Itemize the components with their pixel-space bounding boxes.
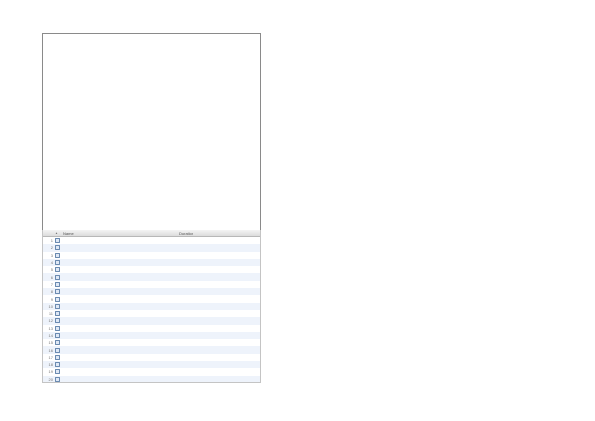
track-checkbox[interactable] bbox=[55, 252, 61, 258]
track-checkbox[interactable] bbox=[55, 347, 61, 353]
track-checkbox[interactable] bbox=[55, 296, 61, 302]
track-checkbox[interactable] bbox=[55, 238, 61, 244]
track-row[interactable]: 5 bbox=[43, 266, 260, 273]
track-number: 20 bbox=[48, 376, 53, 382]
track-number: 18 bbox=[48, 362, 53, 368]
track-checkbox[interactable] bbox=[55, 376, 61, 382]
checkbox-icon bbox=[55, 325, 60, 331]
track-row[interactable]: 11 bbox=[43, 310, 260, 317]
track-checkbox[interactable] bbox=[55, 325, 61, 331]
track-number: 14 bbox=[48, 333, 53, 338]
track-row[interactable]: 16 bbox=[43, 346, 260, 354]
track-row[interactable]: 4 bbox=[43, 258, 260, 267]
track-row[interactable]: 6 bbox=[43, 273, 260, 281]
track-checkbox[interactable] bbox=[55, 303, 61, 309]
track-number: 4 bbox=[50, 260, 53, 266]
track-row[interactable]: 15 bbox=[43, 339, 260, 346]
track-row[interactable]: 10 bbox=[43, 302, 260, 310]
track-row[interactable]: 18 bbox=[43, 361, 260, 369]
checkbox-icon bbox=[55, 318, 60, 324]
track-number: 13 bbox=[48, 325, 53, 331]
track-number: 15 bbox=[48, 340, 53, 346]
checkbox-icon bbox=[55, 289, 60, 295]
track-row[interactable]: 20 bbox=[43, 375, 260, 382]
track-checkbox[interactable] bbox=[55, 289, 61, 295]
track-number: 2 bbox=[50, 245, 53, 251]
track-checkbox[interactable] bbox=[55, 245, 61, 251]
track-rows: 1 2 3 4 5 6 7 8 9 10 11 12 13 14 15 16 17 18 19 20 bbox=[43, 237, 260, 382]
track-row[interactable]: 17 bbox=[43, 354, 260, 361]
track-checkbox[interactable] bbox=[55, 274, 61, 280]
checkbox-icon bbox=[55, 362, 60, 368]
track-row[interactable]: 7 bbox=[43, 281, 260, 288]
checkbox-icon bbox=[55, 245, 60, 251]
track-checkbox[interactable] bbox=[55, 318, 61, 324]
track-checkbox[interactable] bbox=[55, 311, 61, 317]
track-number: 1 bbox=[50, 238, 53, 244]
checkbox-icon bbox=[55, 238, 60, 244]
checkbox-icon bbox=[55, 340, 60, 346]
column-header-duration[interactable]: Duration bbox=[179, 231, 193, 236]
track-row[interactable]: 14 bbox=[43, 331, 260, 340]
checkbox-icon bbox=[55, 347, 60, 353]
track-row[interactable]: 8 bbox=[43, 288, 260, 296]
music-player: ▲ Name Duration 1 2 3 4 5 6 7 8 9 10 11 12 13 14 15 16 1… bbox=[42, 33, 261, 383]
track-number: 12 bbox=[48, 318, 53, 324]
checkbox-icon bbox=[55, 252, 60, 258]
checkbox-icon bbox=[55, 281, 60, 287]
track-row[interactable]: 1 bbox=[43, 237, 260, 244]
track-number: 10 bbox=[48, 303, 53, 309]
track-row[interactable]: 3 bbox=[43, 252, 260, 259]
track-number: 7 bbox=[50, 281, 53, 287]
track-number: 8 bbox=[50, 289, 53, 295]
track-checkbox[interactable] bbox=[55, 260, 61, 266]
track-checkbox[interactable] bbox=[55, 354, 61, 360]
checkbox-icon bbox=[55, 311, 60, 317]
track-number: 19 bbox=[48, 369, 53, 375]
track-row[interactable]: 9 bbox=[43, 295, 260, 302]
checkbox-icon bbox=[55, 267, 60, 273]
album-artwork-panel bbox=[42, 33, 261, 231]
track-checkbox[interactable] bbox=[55, 362, 61, 368]
checkbox-icon bbox=[55, 296, 60, 302]
track-number: 3 bbox=[50, 252, 53, 258]
checkbox-icon bbox=[55, 369, 60, 375]
track-row[interactable]: 13 bbox=[43, 325, 260, 332]
checkbox-icon bbox=[55, 354, 60, 360]
checkbox-icon bbox=[55, 303, 60, 309]
track-list: ▲ Name Duration 1 2 3 4 5 6 7 8 9 10 11 12 13 14 15 16 1… bbox=[42, 230, 261, 383]
checkbox-icon bbox=[55, 274, 60, 280]
checkbox-icon bbox=[55, 376, 60, 382]
checkbox-icon bbox=[55, 260, 60, 266]
track-number: 11 bbox=[48, 311, 53, 317]
track-checkbox[interactable] bbox=[55, 333, 61, 338]
track-row[interactable]: 19 bbox=[43, 368, 260, 375]
track-number: 6 bbox=[50, 274, 53, 280]
track-list-header: ▲ Name Duration bbox=[43, 230, 260, 237]
track-number: 5 bbox=[50, 267, 53, 273]
column-header-name[interactable]: Name bbox=[61, 231, 179, 236]
track-row[interactable]: 12 bbox=[43, 317, 260, 325]
track-number: 16 bbox=[48, 347, 53, 353]
track-checkbox[interactable] bbox=[55, 281, 61, 287]
track-checkbox[interactable] bbox=[55, 369, 61, 375]
track-checkbox[interactable] bbox=[55, 340, 61, 346]
track-number: 9 bbox=[50, 296, 53, 302]
track-number: 17 bbox=[48, 354, 53, 360]
track-row[interactable]: 2 bbox=[43, 244, 260, 252]
checkbox-icon bbox=[55, 333, 60, 338]
track-checkbox[interactable] bbox=[55, 267, 61, 273]
